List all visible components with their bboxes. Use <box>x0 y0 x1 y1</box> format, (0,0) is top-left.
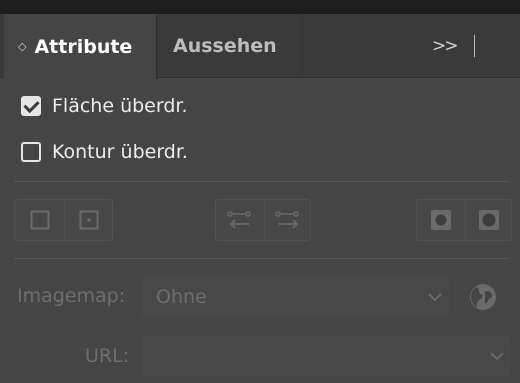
fill-override-option[interactable]: Fläche überdr. <box>21 95 188 117</box>
fill-override-checkbox[interactable] <box>21 96 41 116</box>
url-combobox[interactable] <box>141 336 511 376</box>
fill-rule-button-group <box>416 199 512 241</box>
panel-top-strip <box>0 0 520 14</box>
arrow-right-icon <box>274 211 299 229</box>
tab-aussehen-label: Aussehen <box>173 35 277 57</box>
nonzero-fill-icon <box>431 210 451 230</box>
nonzero-fill-button[interactable] <box>417 200 465 240</box>
fill-override-label: Fläche überdr. <box>52 95 188 117</box>
even-odd-fill-icon <box>478 210 499 230</box>
chevron-down-icon[interactable] <box>483 351 511 361</box>
tab-collapse-arrows-icon[interactable]: ◇ <box>18 40 26 53</box>
imagemap-label: Imagemap: <box>17 285 126 307</box>
square-center-point-button[interactable] <box>64 200 112 240</box>
direction-button-group <box>215 199 311 241</box>
tab-attribute[interactable]: ◇ Attribute <box>4 14 157 79</box>
tab-attribute-label: Attribute <box>34 35 133 58</box>
chevron-down-icon <box>421 292 449 302</box>
stroke-override-label: Kontur überdr. <box>52 141 188 163</box>
tab-aussehen[interactable]: Aussehen <box>157 14 303 78</box>
shape-display-button-group <box>14 199 113 241</box>
square-outline-button[interactable] <box>15 200 64 240</box>
tab-controls-divider <box>474 35 475 57</box>
globe-icon[interactable] <box>468 282 498 312</box>
arrow-left-icon <box>227 211 251 229</box>
imagemap-select[interactable]: Ohne <box>141 276 449 318</box>
imagemap-value: Ohne <box>156 286 207 308</box>
section-divider <box>14 181 510 182</box>
section-divider-2 <box>14 258 510 259</box>
hamburger-menu-icon[interactable] <box>488 36 510 54</box>
square-outline-icon <box>30 210 49 230</box>
url-label: URL: <box>85 345 130 367</box>
even-odd-fill-button[interactable] <box>465 200 511 240</box>
arrow-left-button[interactable] <box>216 200 264 240</box>
square-center-point-icon <box>79 210 98 230</box>
stroke-override-checkbox[interactable] <box>21 142 41 162</box>
arrow-right-button[interactable] <box>264 200 310 240</box>
stroke-override-option[interactable]: Kontur überdr. <box>21 141 188 163</box>
double-chevron-right-icon[interactable]: >> <box>432 14 458 78</box>
